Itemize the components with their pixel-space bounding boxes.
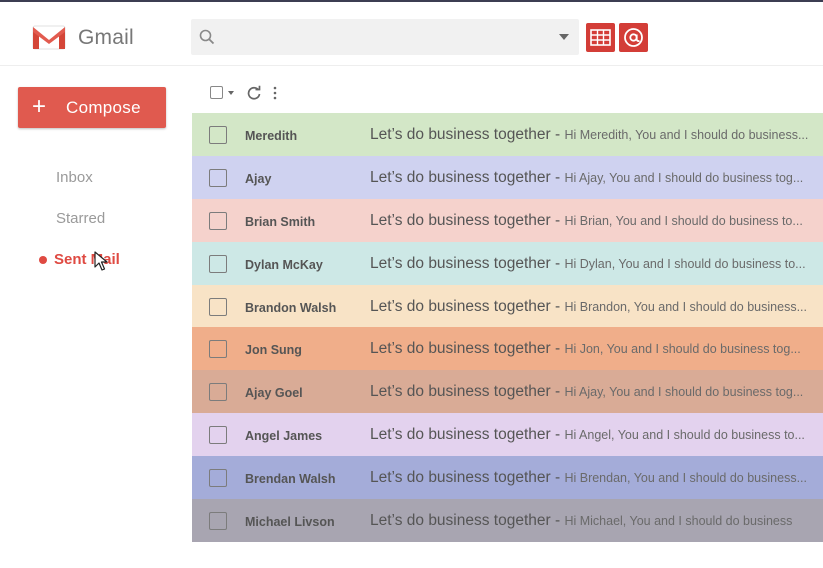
email-subject: Let’s do business together [370,212,551,229]
email-subject: Let’s do business together [370,255,551,272]
email-snippet: Hi Ajay, You and I should do business to… [564,171,804,185]
email-snippet: Hi Meredith, You and I should do busines… [564,128,809,142]
spreadsheet-icon [590,29,611,46]
more-vert-icon[interactable] [272,86,278,100]
email-list: Meredith Let’s do business together - Hi … [192,113,823,542]
email-checkbox[interactable] [209,255,227,273]
email-row[interactable]: Ajay Goel Let’s do business together - Hi… [192,370,823,413]
email-checkbox[interactable] [209,298,227,316]
email-snippet: Hi Angel, You and I should do business t… [564,428,805,442]
email-checkbox[interactable] [209,383,227,401]
plus-icon: + [32,93,47,120]
email-snippet: Hi Brian, You and I should do business t… [564,214,803,228]
email-preview: Let’s do business together - Hi Jon, You… [370,340,818,358]
email-row[interactable]: Brandon Walsh Let’s do business together … [192,285,823,328]
email-snippet: Hi Dylan, You and I should do business t… [564,257,806,271]
gmail-logo-icon [32,25,66,50]
email-separator: - [550,383,565,400]
email-separator: - [550,426,565,443]
at-sign-icon [624,28,643,47]
email-recipient: Jon Sung [245,343,302,357]
email-subject: Let’s do business together [370,469,551,486]
email-preview: Let’s do business together - Hi Brendan,… [370,469,818,487]
email-checkbox[interactable] [209,469,227,487]
email-row[interactable]: Jon Sung Let’s do business together - Hi … [192,327,823,370]
search-bar[interactable] [191,19,579,55]
compose-button[interactable]: + Compose [18,87,166,128]
email-separator: - [550,126,565,143]
email-recipient: Ajay Goel [245,386,303,400]
email-subject: Let’s do business together [370,383,551,400]
email-subject: Let’s do business together [370,340,551,357]
sidebar-item-starred[interactable]: Starred [56,210,105,227]
email-checkbox[interactable] [209,212,227,230]
email-snippet: Hi Brendan, You and I should do business… [564,471,807,485]
email-recipient: Dylan McKay [245,258,323,272]
email-preview: Let’s do business together - Hi Ajay, Yo… [370,383,818,401]
refresh-icon[interactable] [246,85,262,101]
email-preview: Let’s do business together - Hi Angel, Y… [370,426,818,444]
compose-label: Compose [66,98,141,117]
email-separator: - [550,255,565,272]
email-preview: Let’s do business together - Hi Dylan, Y… [370,255,818,273]
email-snippet: Hi Ajay, You and I should do business to… [564,385,804,399]
sidebar-item-sent-mail[interactable]: Sent Mail [54,251,120,268]
email-checkbox[interactable] [209,340,227,358]
email-row[interactable]: Angel James Let’s do business together - … [192,413,823,456]
email-recipient: Brandon Walsh [245,301,337,315]
email-preview: Let’s do business together - Hi Michael,… [370,512,818,530]
email-snippet: Hi Jon, You and I should do business tog… [564,342,801,356]
email-checkbox[interactable] [209,512,227,530]
email-separator: - [550,340,565,357]
email-preview: Let’s do business together - Hi Ajay, Yo… [370,169,818,187]
email-checkbox[interactable] [209,426,227,444]
mail-merge-button[interactable] [619,23,648,52]
email-snippet: Hi Michael, You and I should do business [564,514,793,528]
search-input[interactable] [223,23,543,51]
header: Gmail [0,2,823,66]
email-checkbox[interactable] [209,126,227,144]
email-row[interactable]: Dylan McKay Let’s do business together - … [192,242,823,285]
email-separator: - [550,512,565,529]
email-separator: - [550,212,565,229]
active-indicator-dot [39,256,47,264]
email-separator: - [550,469,565,486]
email-subject: Let’s do business together [370,169,551,186]
mouse-cursor-icon [94,251,108,271]
email-recipient: Michael Livson [245,515,335,529]
app-name: Gmail [78,26,134,49]
email-recipient: Angel James [245,429,323,443]
email-recipient: Ajay [245,172,272,186]
email-recipient: Brian Smith [245,215,316,229]
email-snippet: Hi Brandon, You and I should do business… [564,300,807,314]
email-preview: Let’s do business together - Hi Brandon,… [370,298,818,316]
email-row[interactable]: Brendan Walsh Let’s do business together … [192,456,823,499]
email-recipient: Meredith [245,129,298,143]
email-subject: Let’s do business together [370,512,551,529]
sidebar-item-inbox[interactable]: Inbox [56,169,93,186]
email-separator: - [550,169,565,186]
email-preview: Let’s do business together - Hi Meredith… [370,126,818,144]
email-subject: Let’s do business together [370,426,551,443]
email-subject: Let’s do business together [370,298,551,315]
list-toolbar [210,84,310,104]
email-separator: - [550,298,565,315]
email-row[interactable]: Michael Livson Let’s do business together… [192,499,823,542]
search-icon[interactable] [199,29,215,45]
email-preview: Let’s do business together - Hi Brian, Y… [370,212,818,230]
email-recipient: Brendan Walsh [245,472,336,486]
search-options-chevron-down-icon[interactable] [559,34,569,40]
email-subject: Let’s do business together [370,126,551,143]
select-all-checkbox[interactable] [210,86,223,99]
email-row[interactable]: Meredith Let’s do business together - Hi … [192,113,823,156]
select-menu-chevron-down-icon[interactable] [228,91,234,95]
email-checkbox[interactable] [209,169,227,187]
spreadsheet-button[interactable] [586,23,615,52]
email-row[interactable]: Ajay Let’s do business together - Hi Ajay… [192,156,823,199]
email-row[interactable]: Brian Smith Let’s do business together - … [192,199,823,242]
